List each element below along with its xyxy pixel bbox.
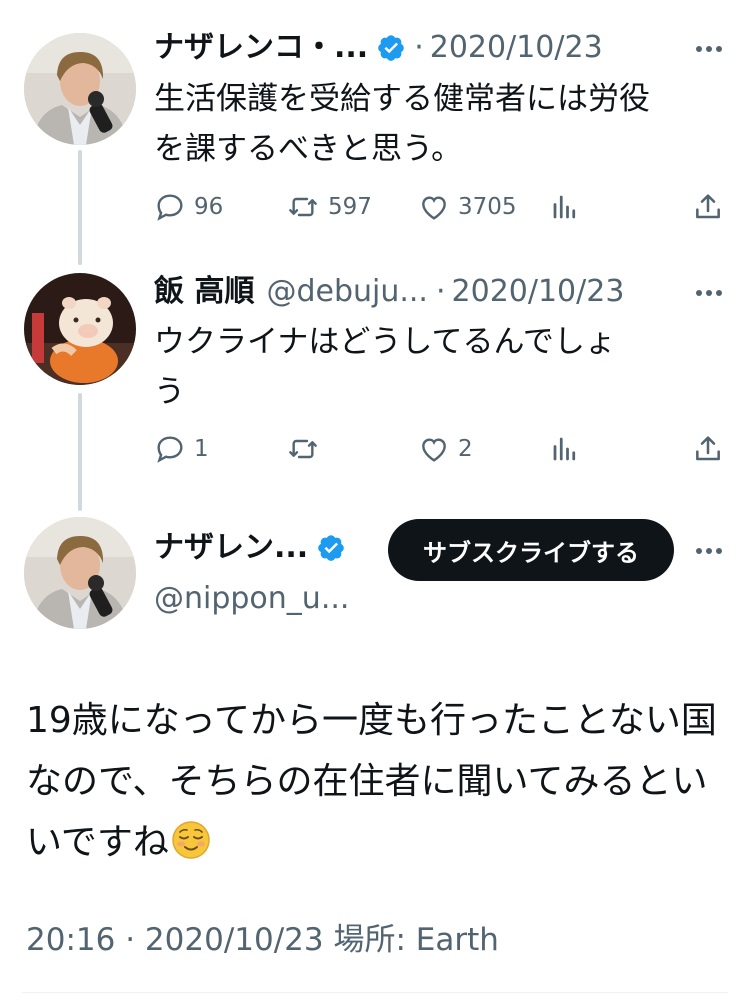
relieved-face-emoji <box>172 821 210 859</box>
like-count: 3705 <box>458 194 517 220</box>
tweet-header: ナザレンコ・... · 2020/10/23 <box>154 28 603 68</box>
separator-dot: · <box>414 30 424 65</box>
like-count: 2 <box>458 436 473 462</box>
views-icon <box>553 195 576 219</box>
main-tweet-text: 19歳になってから一度も行ったことない国なので、そちらの在住者に聞いてみるといい… <box>26 690 726 873</box>
display-name[interactable]: ナザレンコ・... <box>154 28 368 68</box>
location-label: 場所: <box>333 922 406 958</box>
avatar[interactable] <box>24 273 136 385</box>
tweet-header: 飯 高順 @debuju... · 2020/10/23 <box>154 272 624 312</box>
reply-button[interactable]: 96 <box>154 189 223 225</box>
tweet-date[interactable]: 2020/10/23 <box>452 272 625 312</box>
retweet-icon <box>289 197 317 217</box>
share-icon <box>696 436 720 461</box>
tweet-text: 生活保護を受給する健常者には労役 を課するべきと思う。 <box>154 81 650 167</box>
thread-line <box>78 150 82 265</box>
thread-line <box>78 393 82 511</box>
share-icon <box>696 194 720 219</box>
more-icon[interactable] <box>694 43 724 55</box>
main-tweet-header: ナザレン... <box>154 528 346 568</box>
display-name[interactable]: 飯 高順 <box>154 272 254 312</box>
tweet-date[interactable]: 2020/10/23 <box>145 922 324 958</box>
views-button[interactable] <box>550 189 580 225</box>
like-icon <box>422 438 446 462</box>
location-value: Earth <box>415 922 499 958</box>
tweet-time[interactable]: 20:16 <box>26 922 115 958</box>
share-button[interactable] <box>692 431 724 467</box>
reply-count: 1 <box>194 436 209 462</box>
user-handle[interactable]: @debuju... <box>266 272 428 312</box>
display-name[interactable]: ナザレン... <box>154 528 308 568</box>
retweet-button[interactable]: 597 <box>286 189 372 225</box>
more-icon[interactable] <box>694 287 724 299</box>
share-button[interactable] <box>692 189 724 225</box>
separator-dot: · <box>435 274 446 309</box>
divider <box>22 992 728 993</box>
reply-icon <box>157 436 183 463</box>
avatar[interactable] <box>24 33 136 145</box>
subscribe-button[interactable]: サブスクライブする <box>388 519 674 581</box>
tweet-thread-page: ナザレンコ・... · 2020/10/23 生活保護を受給する健常者には労役 … <box>0 0 750 1006</box>
like-button[interactable]: 3705 <box>418 189 517 225</box>
more-icon[interactable] <box>694 545 724 557</box>
separator-dot: · <box>125 922 136 958</box>
tweet-date[interactable]: 2020/10/23 <box>430 28 603 68</box>
reply-count: 96 <box>194 194 224 220</box>
verified-icon <box>318 535 345 561</box>
reply-button[interactable]: 1 <box>154 431 209 467</box>
views-icon <box>553 437 576 461</box>
tweet-meta: 20:16 · 2020/10/23 場所: Earth <box>26 918 499 962</box>
main-tweet-body: 19歳になってから一度も行ったことない国なので、そちらの在住者に聞いてみるといい… <box>26 700 717 863</box>
views-button[interactable] <box>550 431 580 467</box>
retweet-count: 597 <box>328 194 372 220</box>
tweet-text: ウクライナはどうしてるんでしょ う <box>154 324 616 410</box>
main-tweet-handle-row: @nippon_u... <box>154 579 349 619</box>
user-handle[interactable]: @nippon_u... <box>154 579 349 619</box>
retweet-button[interactable] <box>286 431 320 467</box>
avatar[interactable] <box>24 517 136 629</box>
reply-icon <box>157 194 183 221</box>
retweet-icon <box>289 439 317 459</box>
verified-icon <box>378 35 405 61</box>
like-button[interactable]: 2 <box>418 431 473 467</box>
like-icon <box>422 196 446 220</box>
